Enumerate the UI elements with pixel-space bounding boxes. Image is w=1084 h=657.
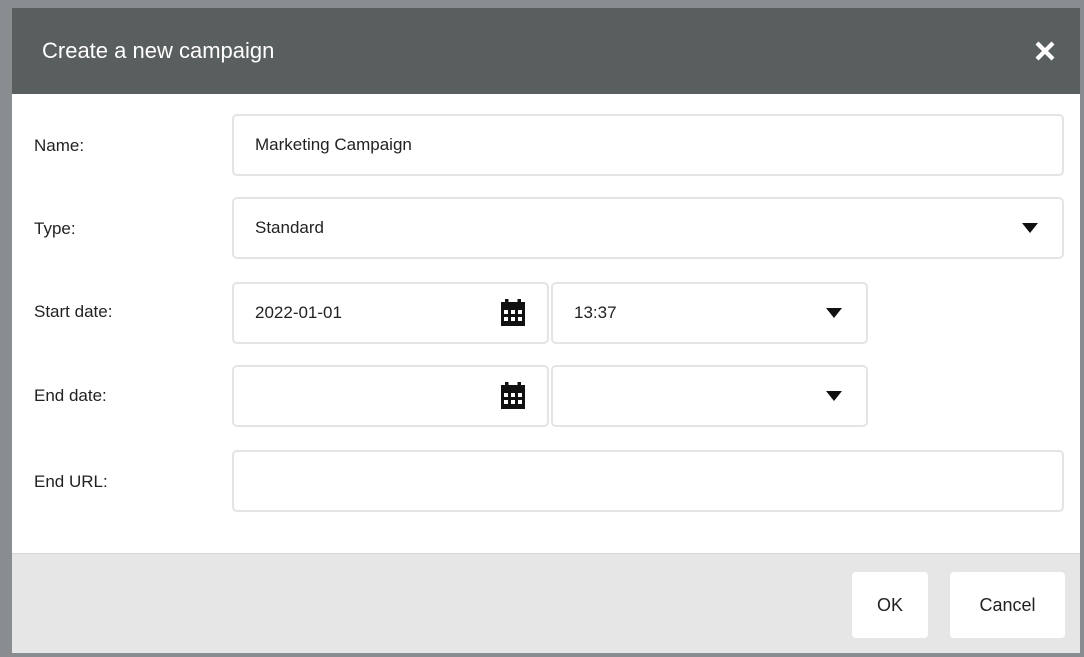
dialog-footer: OK Cancel: [12, 553, 1080, 653]
name-input[interactable]: Marketing Campaign: [232, 114, 1064, 176]
end-date-input[interactable]: [232, 365, 549, 427]
start-date-value: 2022-01-01: [255, 303, 342, 322]
end-url-input[interactable]: [232, 450, 1064, 512]
ok-button[interactable]: OK: [852, 572, 928, 638]
caret-down-icon: [1022, 223, 1038, 233]
close-icon[interactable]: [1032, 38, 1058, 64]
start-time-value: 13:37: [574, 303, 617, 322]
end-date-label: End date:: [34, 386, 107, 405]
type-label: Type:: [34, 219, 76, 238]
caret-down-icon: [826, 308, 842, 318]
dialog-title: Create a new campaign: [42, 38, 275, 63]
create-campaign-dialog: Create a new campaign Name: Marketing Ca…: [12, 8, 1080, 653]
name-input-value: Marketing Campaign: [255, 135, 412, 154]
type-select[interactable]: Standard: [232, 197, 1064, 259]
name-label: Name:: [34, 136, 85, 155]
dialog-titlebar: Create a new campaign: [12, 8, 1080, 94]
type-select-value: Standard: [255, 218, 324, 237]
calendar-icon[interactable]: [500, 299, 526, 327]
calendar-icon[interactable]: [500, 382, 526, 410]
cancel-button[interactable]: Cancel: [950, 572, 1065, 638]
start-date-input[interactable]: 2022-01-01: [232, 282, 549, 344]
end-url-label: End URL:: [34, 472, 108, 491]
end-time-select[interactable]: [551, 365, 868, 427]
start-time-select[interactable]: 13:37: [551, 282, 868, 344]
start-date-label: Start date:: [34, 302, 113, 321]
caret-down-icon: [826, 391, 842, 401]
